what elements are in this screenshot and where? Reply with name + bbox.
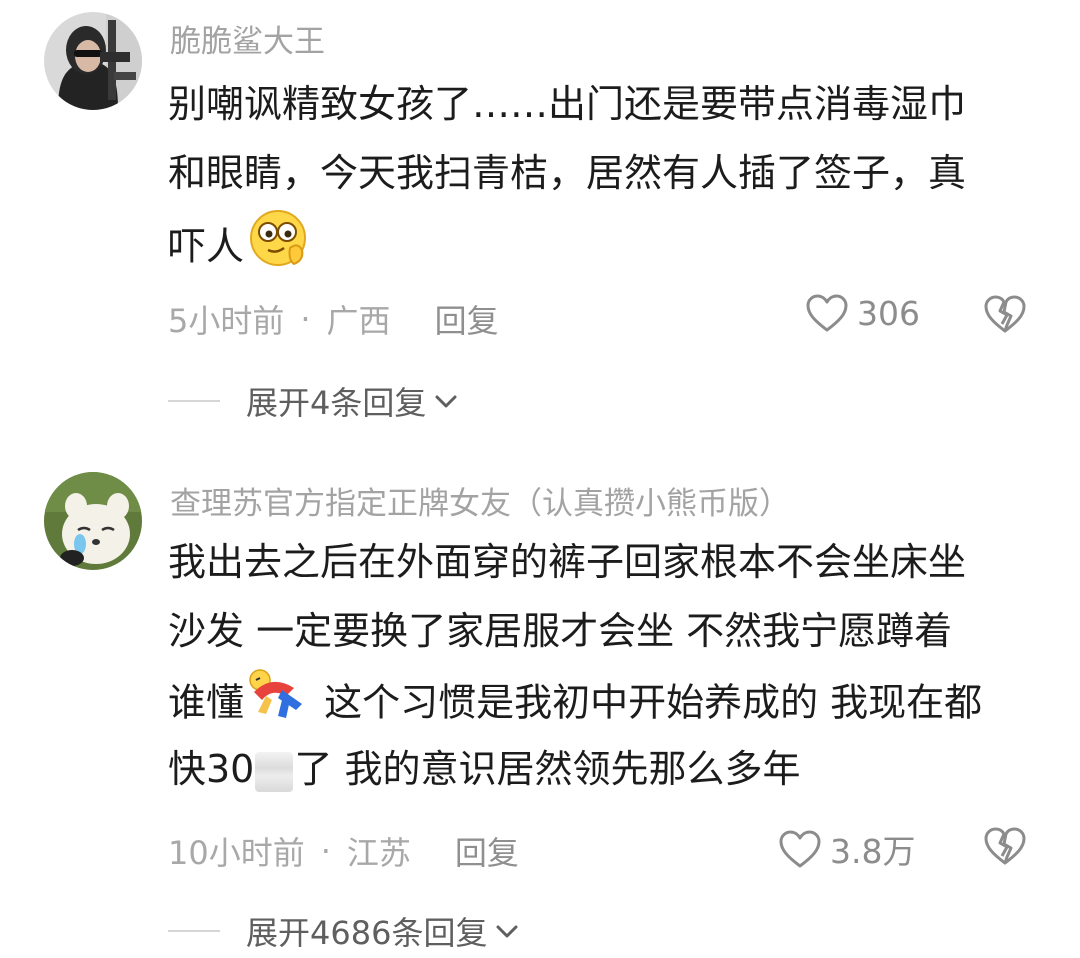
expand-replies-button[interactable]: 展开4条回复 [168,378,460,424]
chevron-down-icon [496,925,518,938]
expand-replies-label: 展开4686条回复 [246,914,488,952]
like-button[interactable]: 3.8万 [778,825,915,873]
avatar[interactable] [44,472,142,570]
comment-text-line: 吓人 [168,208,1048,277]
comment-text-fragment: 吓人 [168,224,245,269]
comment-time: 10小时前 [168,834,305,872]
like-count: 3.8万 [830,832,916,871]
expand-replies-button[interactable]: 展开4686条回复 [168,908,521,954]
comment-text-fragment: 这个习惯是我初中开始养成的 我现在都 [312,680,983,725]
avatar[interactable] [44,12,142,110]
separator-dot: · [320,832,331,870]
comment-text-line: 快30 了 我的意识居然领先那么多年 [168,735,1048,804]
broken-heart-icon [984,295,1026,333]
comment-meta: 10小时前 · 江苏 回复 [168,828,519,874]
blurred-character [255,751,294,792]
comment-meta: 5小时前 · 广西 回复 [168,296,499,342]
like-count: 306 [857,293,920,333]
comment-text-line: 沙发 一定要换了家居服才会坐 不然我宁愿蹲着 [168,609,953,653]
reply-button[interactable]: 回复 [435,296,499,342]
username[interactable]: 脆脆鲨大王 [170,16,325,61]
dislike-button[interactable] [983,826,1027,870]
reply-button[interactable]: 回复 [455,828,519,874]
like-button[interactable]: 306 [805,293,920,333]
comment-text: 我出去之后在外面穿的裤子回家根本不会坐床坐 沙发 一定要换了家居服才会坐 不然我… [168,528,1048,804]
thinking-face-icon [246,208,310,290]
comment-text-line: 我出去之后在外面穿的裤子回家根本不会坐床坐 [168,540,967,584]
falling-person-icon [246,666,312,744]
comment-time: 5小时前 [168,302,285,340]
separator-dot: · [300,300,311,338]
heart-icon [779,830,821,868]
broken-heart-icon [984,827,1026,865]
comment-text-fragment: 谁懂 [168,680,245,725]
comment-text: 别嘲讽精致女孩了……出门还是要带点消毒湿巾 和眼睛，今天我扫青桔，居然有人插了签… [168,70,1048,277]
username[interactable]: 查理苏官方指定正牌女友（认真攒小熊币版） [170,478,790,523]
divider-line [168,400,220,402]
comment-location: 江苏 [346,834,411,872]
comment-text-line: 别嘲讽精致女孩了……出门还是要带点消毒湿巾 [168,82,967,126]
comment-text-line: 和眼睛，今天我扫青桔，居然有人插了签子，真 [168,151,967,195]
comment-text-line: 谁懂 这个习惯是我初中开始养成的 我现在都 [168,666,1048,735]
comment-text-fragment: 快30 [168,747,255,791]
heart-icon [806,294,848,332]
chevron-down-icon [435,395,457,408]
expand-replies-label: 展开4条回复 [246,384,427,422]
comment-text-fragment: 了 我的意识居然领先那么多年 [294,747,801,791]
divider-line [168,930,220,932]
comment-location: 广西 [326,302,391,340]
dislike-button[interactable] [983,294,1027,338]
